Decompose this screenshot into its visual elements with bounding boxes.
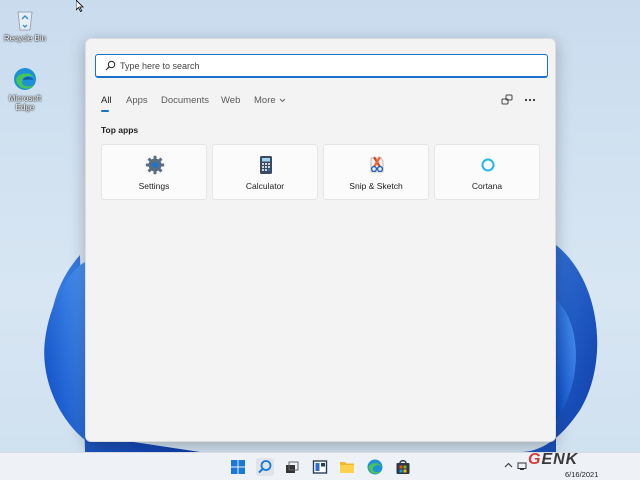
file-explorer-icon[interactable] — [338, 458, 356, 476]
app-tile-label: Calculator — [245, 181, 285, 191]
top-apps-grid: Settings Calculator Snip & Sketch Cortan… — [101, 144, 542, 200]
app-tile-label: Settings — [138, 181, 170, 191]
cortana-icon — [481, 158, 495, 172]
snip-sketch-icon — [370, 156, 384, 173]
task-view-icon[interactable] — [283, 458, 301, 476]
tab-apps[interactable]: Apps — [126, 95, 148, 106]
app-tile-calculator[interactable]: Calculator — [212, 144, 318, 200]
search-icon[interactable] — [256, 458, 274, 476]
search-box[interactable]: Type here to search — [95, 54, 548, 78]
app-tile-label: Snip & Sketch — [349, 181, 403, 191]
start-icon[interactable] — [229, 458, 247, 476]
watermark-accent: G — [528, 451, 542, 468]
tab-active-indicator — [101, 110, 109, 112]
taskbar-clock-date[interactable]: 6/16/2021 — [565, 470, 598, 479]
chevron-up-icon[interactable] — [504, 461, 513, 470]
desktop-icon-recycle-bin[interactable]: Recycle Bin — [0, 6, 50, 43]
desktop-icon-edge[interactable]: Microsoft Edge — [0, 66, 50, 112]
tab-all[interactable]: All — [101, 95, 112, 106]
edge-icon — [14, 68, 36, 90]
calculator-icon — [260, 156, 272, 174]
tab-more-label: More — [254, 95, 276, 106]
recycle-bin-icon — [17, 11, 33, 31]
search-input[interactable]: Type here to search — [120, 61, 200, 71]
app-tile-snip-sketch[interactable]: Snip & Sketch — [323, 144, 429, 200]
gear-icon — [145, 155, 165, 175]
watermark-text: ENK — [541, 451, 579, 468]
desktop-icon-label: Microsoft Edge — [8, 94, 42, 112]
widgets-icon[interactable] — [311, 458, 329, 476]
mouse-cursor-icon — [76, 0, 84, 12]
app-tile-settings[interactable]: Settings — [101, 144, 207, 200]
edge-icon[interactable] — [366, 458, 384, 476]
search-icon — [105, 60, 116, 71]
tab-web[interactable]: Web — [221, 95, 240, 106]
watermark-logo: GENK — [528, 451, 578, 469]
chevron-down-icon — [279, 98, 286, 103]
top-apps-heading: Top apps — [101, 125, 139, 135]
tab-documents[interactable]: Documents — [161, 95, 209, 106]
ellipsis-icon[interactable] — [523, 93, 537, 107]
store-icon[interactable] — [394, 458, 412, 476]
search-panel: Type here to search All Apps Documents W… — [85, 38, 556, 442]
link-devices-icon[interactable] — [500, 93, 514, 107]
desktop-icon-label: Recycle Bin — [3, 34, 47, 43]
app-tile-label: Cortana — [471, 181, 503, 191]
network-icon[interactable] — [517, 461, 527, 471]
tab-more[interactable]: More — [254, 95, 286, 106]
app-tile-cortana[interactable]: Cortana — [434, 144, 540, 200]
